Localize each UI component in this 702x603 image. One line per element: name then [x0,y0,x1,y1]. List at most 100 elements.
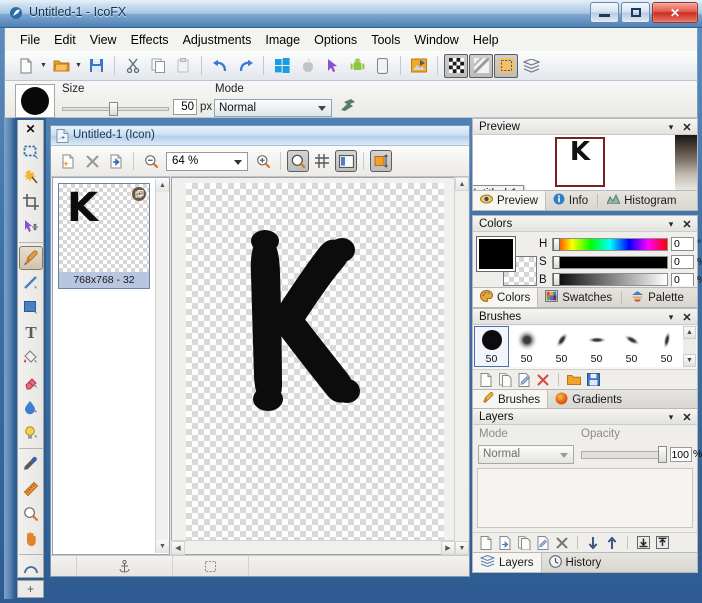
brush-dynamics-icon[interactable] [339,97,357,117]
layers-stack-button[interactable] [519,54,543,78]
open-file-button[interactable] [49,54,73,78]
brush-size-slider[interactable] [62,102,169,116]
cut-button[interactable] [121,54,145,78]
preview-icon-box[interactable]: K [555,137,605,187]
paste-button[interactable] [171,54,195,78]
open-file-dropdown-arrow[interactable]: ▼ [74,54,83,78]
save-brushes-button[interactable] [585,372,601,388]
new-group-button[interactable] [516,535,532,551]
more-tools-button[interactable] [19,558,43,582]
image-thumbnail-item[interactable]: K 768x768 - 32 [58,183,150,289]
paint-bucket-tool[interactable] [19,346,43,370]
move-tool[interactable] [19,215,43,239]
tab-histogram[interactable]: Histogram [600,191,683,210]
close-button[interactable]: ✕ [652,2,698,23]
measure-tool[interactable] [19,477,43,501]
resize-canvas-button[interactable] [370,150,392,172]
panel-menu-icon[interactable]: ▾ [665,311,677,323]
brush-item[interactable]: 50 [474,326,509,367]
saturation-value-input[interactable]: 0 [671,255,694,269]
panel-close-icon[interactable]: ✕ [681,411,693,424]
new-brush-button[interactable] [478,372,494,388]
duplicate-brush-button[interactable] [497,372,513,388]
tab-layers[interactable]: Layers [473,553,542,572]
edit-brush-button[interactable] [516,372,532,388]
tab-colors[interactable]: Colors [473,288,539,307]
fit-to-window-toggle[interactable] [287,150,309,172]
tool-palette-close-icon[interactable]: ✕ [17,120,44,137]
delete-brush-button[interactable] [535,372,551,388]
brush-preview-swatch[interactable] [15,84,55,118]
scroll-down-icon[interactable]: ▼ [683,354,696,367]
tool-palette-expand-button[interactable]: + [17,580,44,598]
foreground-color-swatch[interactable] [476,236,516,272]
canvas-pane[interactable] [171,177,455,555]
merge-down-button[interactable] [585,535,601,551]
panel-close-icon[interactable]: ✕ [681,121,693,134]
scroll-right-icon[interactable]: ▶ [441,541,455,555]
tab-palette[interactable]: Palette [624,288,691,307]
android-icon-button[interactable] [345,54,369,78]
new-document-button[interactable] [14,54,38,78]
hand-tool[interactable] [19,527,43,551]
load-brushes-button[interactable] [566,372,582,388]
thumbnail-scrollbar[interactable]: ▲ ▼ [155,179,169,553]
layer-opacity-slider-thumb[interactable] [658,446,667,463]
flatten-button[interactable] [635,535,651,551]
layer-opacity-input[interactable]: 100 [670,447,692,462]
layer-list[interactable] [477,468,693,528]
scroll-left-icon[interactable]: ◀ [171,541,185,555]
mobile-device-icon-button[interactable] [370,54,394,78]
dodge-burn-tool[interactable] [19,421,43,445]
paintbrush-tool[interactable] [19,246,43,270]
show-thumbnails-toggle[interactable] [335,150,357,172]
transparency-grid-toggle[interactable] [444,53,468,78]
menu-options[interactable]: Options [307,30,364,50]
tab-history[interactable]: History [542,553,609,572]
tab-swatches[interactable]: Swatches [538,288,619,307]
brush-item[interactable]: 50 [579,326,614,367]
scroll-up-icon[interactable]: ▲ [455,177,469,191]
selection-overlay-toggle[interactable] [494,53,518,78]
maximize-button[interactable] [621,2,650,23]
panel-menu-icon[interactable]: ▾ [665,411,677,423]
brush-item[interactable]: 50 [614,326,649,367]
brightness-value-input[interactable]: 0 [671,273,694,286]
undo-button[interactable] [208,54,232,78]
new-layer-button[interactable] [478,535,494,551]
scroll-up-icon[interactable]: ▲ [156,179,169,192]
panel-menu-icon[interactable]: ▾ [665,121,677,133]
layer-opacity-slider-track[interactable] [581,451,666,459]
cursor-icon-button[interactable] [320,54,344,78]
blur-tool[interactable] [19,396,43,420]
menu-adjustments[interactable]: Adjustments [176,30,259,50]
hue-slider[interactable] [552,237,668,251]
windows-icon-button[interactable] [270,54,294,78]
panel-menu-icon[interactable]: ▾ [665,218,677,230]
redo-button[interactable] [233,54,257,78]
text-tool[interactable]: T [19,321,43,345]
zoom-level-select[interactable]: 64 % [166,151,248,171]
new-image-button[interactable] [57,150,79,172]
menu-window[interactable]: Window [407,30,465,50]
menu-effects[interactable]: Effects [124,30,176,50]
minimize-button[interactable] [590,2,619,23]
brightness-slider[interactable] [552,273,668,286]
crop-tool[interactable] [19,190,43,214]
tab-gradients[interactable]: Gradients [548,390,629,409]
delete-image-button[interactable] [81,150,103,172]
line-tool[interactable] [19,271,43,295]
preview-area[interactable]: K Untitled-1 [473,135,697,190]
saturation-slider-knob[interactable] [553,255,560,269]
apple-icon-button[interactable] [295,54,319,78]
menu-help[interactable]: Help [466,30,506,50]
panel-close-icon[interactable]: ✕ [681,218,693,231]
brush-item[interactable]: 50 [649,326,684,367]
tab-preview[interactable]: Preview [473,191,546,210]
expand-button[interactable] [654,535,670,551]
copy-layer-button[interactable] [535,535,551,551]
tab-brushes[interactable]: Brushes [473,390,549,409]
image-overlay-toggle[interactable] [469,53,493,78]
menu-view[interactable]: View [83,30,124,50]
hue-value-input[interactable]: 0 [671,237,694,251]
